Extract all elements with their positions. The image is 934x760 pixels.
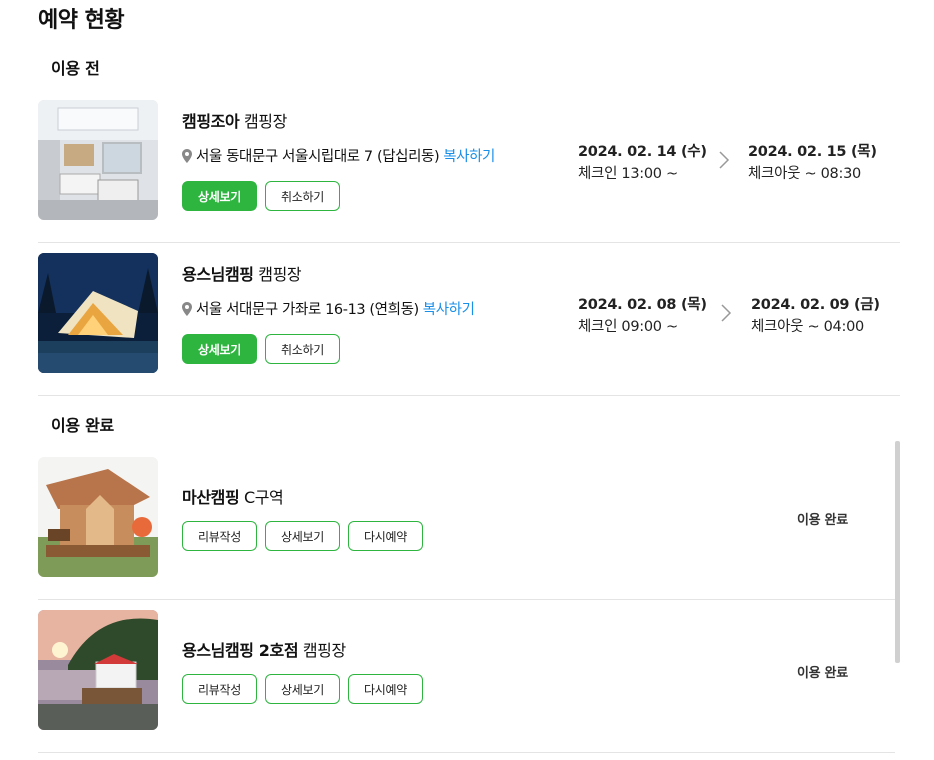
checkout-date: 2024. 02. 09 (금) <box>751 297 880 313</box>
map-pin-icon <box>182 301 192 316</box>
reservation-card: 마산캠핑 C구역 리뷰작성 상세보기 다시예약 이용 완료 <box>38 447 895 600</box>
checkin-time: 체크인 13:00 ~ <box>578 166 678 182</box>
campsite-name: 용스님캠핑 캠핑장 <box>182 265 302 284</box>
scrollbar[interactable] <box>895 441 900 663</box>
campsite-thumbnail[interactable] <box>38 100 158 220</box>
checkin-info: 2024. 02. 14 (수) 체크인 13:00 ~ <box>578 140 707 183</box>
rebook-button[interactable]: 다시예약 <box>348 521 423 551</box>
checkout-info: 2024. 02. 15 (목) 체크아웃 ~ 08:30 <box>748 140 877 183</box>
campsite-name: 용스님캠핑 2호점 캠핑장 <box>182 641 346 660</box>
section-title-before: 이용 전 <box>51 59 100 78</box>
review-button[interactable]: 리뷰작성 <box>182 521 257 551</box>
cancel-button[interactable]: 취소하기 <box>265 181 340 211</box>
detail-button[interactable]: 상세보기 <box>265 521 340 551</box>
map-pin-icon <box>182 148 192 163</box>
campsite-address: 서울 동대문구 서울시립대로 7 (답십리동) 복사하기 <box>182 145 495 166</box>
campsite-thumbnail[interactable] <box>38 457 158 577</box>
status-badge: 이용 완료 <box>797 513 848 528</box>
checkout-time: 체크아웃 ~ 08:30 <box>748 166 861 182</box>
section-title-done: 이용 완료 <box>51 416 114 435</box>
checkin-date: 2024. 02. 08 (목) <box>578 297 707 313</box>
address-text: 서울 동대문구 서울시립대로 7 (답십리동) <box>196 149 440 165</box>
detail-button[interactable]: 상세보기 <box>265 674 340 704</box>
campsite-thumbnail[interactable] <box>38 253 158 373</box>
address-text: 서울 서대문구 가좌로 16-13 (연희동) <box>196 302 419 318</box>
campsite-thumbnail[interactable] <box>38 610 158 730</box>
page-title: 예약 현황 <box>38 8 125 33</box>
chevron-right-icon <box>721 304 732 322</box>
cancel-button[interactable]: 취소하기 <box>265 334 340 364</box>
copy-address-link[interactable]: 복사하기 <box>423 298 475 319</box>
checkout-time: 체크아웃 ~ 04:00 <box>751 319 864 335</box>
campsite-name: 캠핑조아 캠핑장 <box>182 112 287 131</box>
review-button[interactable]: 리뷰작성 <box>182 674 257 704</box>
detail-button[interactable]: 상세보기 <box>182 181 257 211</box>
campsite-address: 서울 서대문구 가좌로 16-13 (연희동) 복사하기 <box>182 298 475 319</box>
checkin-info: 2024. 02. 08 (목) 체크인 09:00 ~ <box>578 293 707 336</box>
chevron-right-icon <box>719 151 730 169</box>
reservation-card: 캠핑조아 캠핑장 서울 동대문구 서울시립대로 7 (답십리동) 복사하기 상세… <box>38 90 900 243</box>
detail-button[interactable]: 상세보기 <box>182 334 257 364</box>
checkin-date: 2024. 02. 14 (수) <box>578 144 707 160</box>
checkin-time: 체크인 09:00 ~ <box>578 319 678 335</box>
checkout-info: 2024. 02. 09 (금) 체크아웃 ~ 04:00 <box>751 293 880 336</box>
checkout-date: 2024. 02. 15 (목) <box>748 144 877 160</box>
status-badge: 이용 완료 <box>797 666 848 681</box>
reservation-card: 용스님캠핑 2호점 캠핑장 리뷰작성 상세보기 다시예약 이용 완료 <box>38 600 895 753</box>
reservation-card: 용스님캠핑 캠핑장 서울 서대문구 가좌로 16-13 (연희동) 복사하기 상… <box>38 243 900 396</box>
campsite-name: 마산캠핑 C구역 <box>182 488 284 507</box>
rebook-button[interactable]: 다시예약 <box>348 674 423 704</box>
copy-address-link[interactable]: 복사하기 <box>443 145 495 166</box>
